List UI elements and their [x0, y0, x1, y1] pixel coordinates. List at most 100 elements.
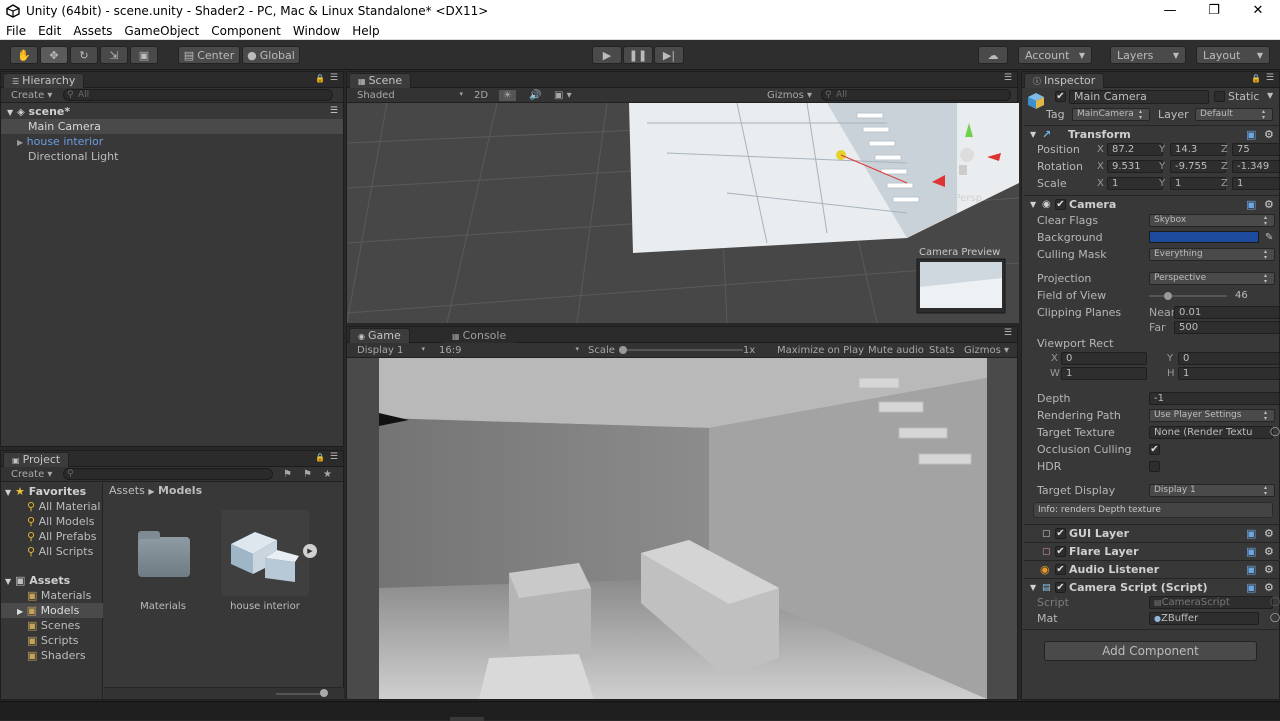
tab-inspector[interactable]: ⓘ Inspector	[1024, 73, 1105, 88]
asset-materials-folder[interactable]: Materials	[131, 531, 195, 612]
maximize-on-play-toggle[interactable]: Maximize on Play	[777, 345, 864, 356]
help-book-icon[interactable]: ▣	[1246, 561, 1256, 579]
space-global-button[interactable]: ● Global	[242, 46, 300, 64]
rotation-z-field[interactable]: -1.349	[1232, 160, 1280, 173]
hierarchy-search-input[interactable]: ⚲ All	[63, 89, 333, 101]
fov-field[interactable]: 46	[1230, 289, 1280, 302]
hdr-checkbox[interactable]	[1149, 461, 1160, 472]
pause-button[interactable]: ❚❚	[623, 46, 653, 64]
maximize-button[interactable]: ❐	[1192, 0, 1236, 22]
near-clip-field[interactable]: 0.01	[1174, 306, 1280, 319]
tab-project[interactable]: ▣ Project	[3, 452, 70, 467]
effects-dropdown-icon[interactable]: ▣ ▾	[554, 90, 572, 101]
mat-field[interactable]: ●ZBuffer	[1149, 612, 1259, 625]
filter-type-icon[interactable]: ⚑	[283, 469, 292, 480]
scene-menu-icon[interactable]: ☰	[330, 104, 338, 119]
audio-toggle-icon[interactable]: 🔊	[529, 90, 541, 101]
gizmos-dropdown[interactable]: Gizmos ▾	[767, 90, 812, 101]
breadcrumb-assets[interactable]: Assets	[109, 484, 145, 497]
projection-dropdown[interactable]: Perspective	[1149, 272, 1275, 285]
tab-scene[interactable]: ▦ Scene	[349, 73, 412, 88]
favorites-header[interactable]: ▼ ★ Favorites	[5, 484, 86, 499]
depth-field[interactable]: -1	[1149, 392, 1280, 405]
tab-hierarchy[interactable]: ☰ Hierarchy	[3, 73, 85, 88]
assets-header[interactable]: ▼ ▣ Assets	[5, 573, 70, 588]
layout-dropdown[interactable]: Layout ▼	[1196, 46, 1270, 64]
object-picker-icon[interactable]: ◯	[1270, 610, 1280, 627]
menu-assets[interactable]: Assets	[67, 24, 118, 38]
step-button[interactable]: ▶|	[654, 46, 684, 64]
favorite-all-prefabs[interactable]: ⚲ All Prefabs	[27, 529, 97, 544]
panel-menu-icon[interactable]: ☰	[1004, 328, 1012, 338]
stats-toggle[interactable]: Stats	[929, 345, 955, 356]
mute-audio-toggle[interactable]: Mute audio	[868, 345, 924, 356]
favorite-all-scripts[interactable]: ⚲ All Scripts	[27, 544, 93, 559]
gear-icon[interactable]: ⚙	[1264, 561, 1274, 579]
2d-toggle[interactable]: 2D	[474, 90, 488, 101]
layers-dropdown[interactable]: Layers ▼	[1110, 46, 1186, 64]
cloud-button[interactable]: ☁	[978, 46, 1008, 64]
scale-tool-button[interactable]: ⇲	[100, 46, 128, 64]
assets-folder-materials[interactable]: ▣ Materials	[27, 588, 91, 603]
filter-label-icon[interactable]: ⚑	[303, 469, 312, 480]
display-dropdown[interactable]: Display 1 ▾	[357, 345, 425, 356]
scale-z-field[interactable]: 1	[1232, 177, 1280, 190]
rotation-x-field[interactable]: 9.531	[1107, 160, 1163, 173]
favorite-all-materials[interactable]: ⚲ All Material	[27, 499, 100, 514]
fov-slider-handle[interactable]	[1164, 292, 1172, 300]
audio-listener-checkbox[interactable]: ✔	[1055, 564, 1066, 575]
lock-icon[interactable]: 🔒	[315, 453, 325, 462]
aspect-dropdown[interactable]: 16:9 ▾	[439, 345, 579, 356]
menu-gameobject[interactable]: GameObject	[118, 24, 205, 38]
menu-component[interactable]: Component	[205, 24, 287, 38]
scale-y-field[interactable]: 1	[1170, 177, 1226, 190]
viewport-x-field[interactable]: 0	[1061, 352, 1147, 365]
rotate-tool-button[interactable]: ↻	[70, 46, 98, 64]
play-preview-icon[interactable]: ▶	[303, 544, 317, 558]
audio-listener-header[interactable]: ◉ ✔ Audio Listener ▣ ⚙	[1024, 560, 1280, 578]
position-x-field[interactable]: 87.2	[1107, 143, 1163, 156]
panel-menu-icon[interactable]: ☰	[330, 73, 338, 83]
tab-game[interactable]: ◉ Game	[349, 328, 410, 343]
menu-window[interactable]: Window	[287, 24, 346, 38]
panel-menu-icon[interactable]: ☰	[330, 452, 338, 462]
flare-layer-checkbox[interactable]: ✔	[1055, 546, 1066, 557]
minimize-button[interactable]: —	[1148, 0, 1192, 22]
flare-layer-header[interactable]: ▢ ✔ Flare Layer ▣ ⚙	[1024, 542, 1280, 560]
play-button[interactable]: ▶	[592, 46, 622, 64]
static-dropdown-arrow-icon[interactable]: ▼	[1267, 91, 1273, 100]
project-search-input[interactable]: ⚲	[63, 468, 273, 480]
object-picker-icon[interactable]: ◯	[1270, 424, 1280, 441]
create-button[interactable]: Create ▾	[11, 90, 52, 101]
camera-script-checkbox[interactable]: ✔	[1055, 582, 1066, 593]
background-color-swatch[interactable]	[1149, 231, 1259, 243]
move-tool-button[interactable]: ✥	[40, 46, 68, 64]
scene-search-input[interactable]: ⚲ All	[821, 89, 1011, 101]
hierarchy-item-house-interior[interactable]: ▶ house interior	[1, 134, 343, 149]
viewport-y-field[interactable]: 0	[1178, 352, 1280, 365]
scale-slider-handle[interactable]	[619, 346, 627, 354]
target-display-dropdown[interactable]: Display 1	[1149, 484, 1275, 497]
viewport-w-field[interactable]: 1	[1061, 367, 1147, 380]
help-book-icon[interactable]: ▣	[1246, 543, 1256, 561]
camera-component-header[interactable]: ▼ ◉ ✔ Camera ▣ ⚙	[1024, 195, 1280, 213]
viewport-h-field[interactable]: 1	[1178, 367, 1280, 380]
gear-icon[interactable]: ⚙	[1264, 525, 1274, 543]
lighting-toggle-icon[interactable]: ☀	[499, 89, 516, 101]
occlusion-culling-checkbox[interactable]: ✔	[1149, 444, 1160, 455]
gui-layer-header[interactable]: ▢ ✔ GUI Layer ▣ ⚙	[1024, 524, 1280, 542]
clear-flags-dropdown[interactable]: Skybox	[1149, 214, 1275, 227]
asset-house-interior-model[interactable]: ▶ house interior	[221, 510, 317, 614]
create-button[interactable]: Create ▾	[11, 469, 52, 480]
target-texture-field[interactable]: None (Render Textu	[1149, 426, 1273, 439]
far-clip-field[interactable]: 500	[1174, 321, 1280, 334]
shading-mode-dropdown[interactable]: Shaded ▾	[357, 90, 463, 101]
gizmos-dropdown[interactable]: Gizmos ▾	[964, 345, 1009, 356]
hierarchy-item-directional-light[interactable]: Directional Light	[1, 149, 343, 164]
hand-tool-button[interactable]: ✋	[10, 46, 38, 64]
gui-layer-checkbox[interactable]: ✔	[1055, 528, 1066, 539]
lock-icon[interactable]: 🔒	[1251, 74, 1261, 83]
scene-root[interactable]: ▼ ◈ scene* ☰	[1, 104, 343, 119]
menu-file[interactable]: File	[0, 24, 32, 38]
game-render-view[interactable]	[379, 358, 987, 699]
